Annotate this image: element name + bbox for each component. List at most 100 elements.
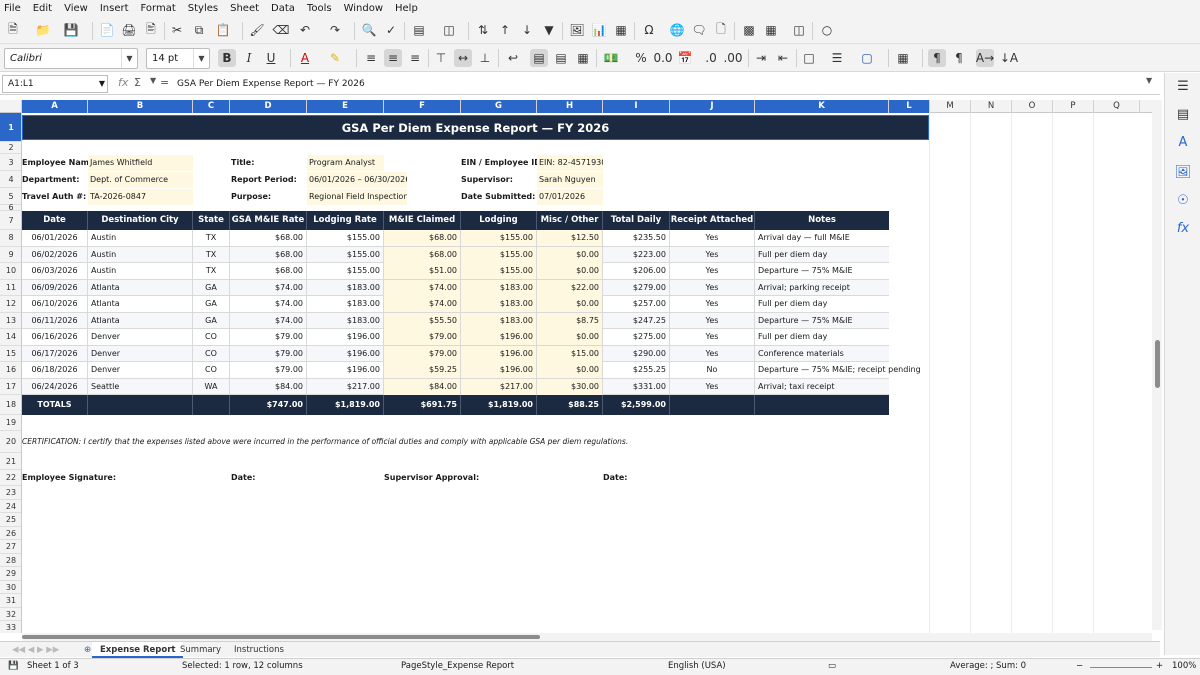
row-header[interactable]: 1 <box>0 113 21 142</box>
column-header-q[interactable]: Q <box>1094 100 1140 113</box>
cell-notes[interactable]: Full per diem day <box>755 329 889 345</box>
zoom-slider[interactable] <box>1090 667 1152 668</box>
employee-name-value[interactable]: James Whitfield <box>88 155 193 171</box>
language[interactable]: English (USA) <box>668 661 726 671</box>
cell-destination-city[interactable]: Austin <box>88 263 193 279</box>
page-style[interactable]: PageStyle_Expense Report <box>401 661 514 671</box>
cell-date[interactable]: 06/02/2026 <box>22 246 88 263</box>
cell-date[interactable]: 06/01/2026 <box>22 230 88 246</box>
column-header-d[interactable]: D <box>230 100 307 113</box>
department-value[interactable]: Dept. of Commerce <box>88 172 193 188</box>
open-folder-icon[interactable]: 📁 <box>34 21 52 39</box>
totals-mie-claimed[interactable]: $691.75 <box>384 395 461 415</box>
comment-icon[interactable]: 🗨 <box>690 21 708 39</box>
cell-receipt-attached[interactable]: Yes <box>670 329 755 345</box>
chevron-down-icon[interactable]: ▼ <box>99 76 105 92</box>
redo-icon[interactable]: ↷ <box>326 21 344 39</box>
cell-total-daily[interactable]: $255.25 <box>603 362 670 378</box>
tab-instructions[interactable]: Instructions <box>226 642 292 658</box>
cell-mie-claimed[interactable]: $68.00 <box>384 230 461 246</box>
cell-lodging-rate[interactable]: $155.00 <box>307 230 384 246</box>
insert-image-icon[interactable]: 🖼 <box>568 21 586 39</box>
cell-lodging-rate[interactable]: $196.00 <box>307 329 384 345</box>
selection-mode-icon[interactable]: ▭ <box>828 661 836 671</box>
add-decimal-icon[interactable]: .0 <box>702 49 720 67</box>
align-center-icon[interactable]: ≡ <box>384 49 402 67</box>
pivot-table-icon[interactable]: ▦ <box>612 21 630 39</box>
cell-destination-city[interactable]: Denver <box>88 362 193 378</box>
hamburger-menu-icon[interactable]: ☰ <box>1174 79 1192 97</box>
row-header[interactable]: 3 <box>0 154 21 171</box>
cell-mie-claimed[interactable]: $84.00 <box>384 378 461 395</box>
row-header[interactable]: 22 <box>0 470 21 486</box>
align-right-icon[interactable]: ≡ <box>406 49 424 67</box>
header-destination-city[interactable]: Destination City <box>88 211 193 230</box>
row-header[interactable]: 27 <box>0 540 21 554</box>
cell-total-daily[interactable]: $257.00 <box>603 296 670 312</box>
print-icon[interactable]: 🖨 <box>120 21 138 39</box>
cell-date[interactable]: 06/24/2026 <box>22 378 88 395</box>
cell-lodging-claimed[interactable]: $196.00 <box>461 362 537 378</box>
chevron-down-icon[interactable]: ▼ <box>121 49 137 68</box>
cell-gsa-mie-rate[interactable]: $74.00 <box>230 279 307 296</box>
bold-icon[interactable]: B <box>218 49 236 67</box>
supervisor-value[interactable]: Sarah Nguyen <box>537 172 603 188</box>
cell-receipt-attached[interactable]: Yes <box>670 246 755 263</box>
cell-lodging-rate[interactable]: $217.00 <box>307 378 384 395</box>
column-header-b[interactable]: B <box>88 100 193 113</box>
spelling-icon[interactable]: ✓ <box>382 21 400 39</box>
cell-lodging-rate[interactable]: $196.00 <box>307 345 384 362</box>
column-header-i[interactable]: I <box>603 100 670 113</box>
menu-sheet[interactable]: Sheet <box>230 3 259 14</box>
clear-formatting-icon[interactable]: ⌫ <box>272 21 290 39</box>
font-size-box[interactable]: 14 pt ▼ <box>146 48 210 69</box>
cell-mie-claimed[interactable]: $55.50 <box>384 312 461 329</box>
cell-notes[interactable]: Full per diem day <box>755 296 889 312</box>
column-header-g[interactable]: G <box>461 100 537 113</box>
employee-signature-label[interactable]: Employee Signature: <box>22 470 202 486</box>
clone-formatting-icon[interactable]: 🖌 <box>248 21 266 39</box>
borders-icon[interactable]: □ <box>800 49 818 67</box>
cell-gsa-mie-rate[interactable]: $79.00 <box>230 329 307 345</box>
cell-destination-city[interactable]: Denver <box>88 329 193 345</box>
totals-lodging-claimed[interactable]: $1,819.00 <box>461 395 537 415</box>
cell-notes[interactable]: Arrival day — full M&IE <box>755 230 889 246</box>
cell-total-daily[interactable]: $206.00 <box>603 263 670 279</box>
cell-lodging-claimed[interactable]: $183.00 <box>461 279 537 296</box>
header-lodging-rate[interactable]: Lodging Rate <box>307 211 384 230</box>
column-header-m[interactable]: M <box>930 100 971 113</box>
chevron-down-icon[interactable]: ▼ <box>150 76 156 85</box>
menu-file[interactable]: File <box>4 3 21 14</box>
header-gsa-mie-rate[interactable]: GSA M&IE Rate <box>230 211 307 230</box>
styles-icon[interactable]: A <box>1174 135 1192 153</box>
header-total-daily[interactable]: Total Daily <box>603 211 670 230</box>
cell-receipt-attached[interactable]: Yes <box>670 312 755 329</box>
functions-icon[interactable]: fx <box>1174 221 1192 239</box>
column-header-j[interactable]: J <box>670 100 755 113</box>
delete-decimal-icon[interactable]: .00 <box>723 49 742 67</box>
purpose-value[interactable]: Regional Field Inspections <box>307 189 407 205</box>
cell-misc-other[interactable]: $22.00 <box>537 279 603 296</box>
formula-summary[interactable]: Average: ; Sum: 0 <box>950 661 1026 671</box>
cell-misc-other[interactable]: $12.50 <box>537 230 603 246</box>
cell-state[interactable]: CO <box>193 362 230 378</box>
cell-gsa-mie-rate[interactable]: $79.00 <box>230 345 307 362</box>
row-header[interactable]: 13 <box>0 313 21 329</box>
zoom-level[interactable]: 100% <box>1172 661 1196 671</box>
cell-gsa-mie-rate[interactable]: $74.00 <box>230 312 307 329</box>
align-top-icon[interactable]: ⊤ <box>432 49 450 67</box>
cell-lodging-rate[interactable]: $183.00 <box>307 279 384 296</box>
zoom-out-icon[interactable]: − <box>1076 661 1083 671</box>
conditional-format-icon[interactable]: ▦ <box>894 49 912 67</box>
header-lodging-claimed[interactable]: Lodging Claimed <box>461 211 537 244</box>
increase-indent-icon[interactable]: ⇥ <box>752 49 770 67</box>
title-value[interactable]: Program Analyst <box>307 155 384 171</box>
cell-receipt-attached[interactable]: Yes <box>670 378 755 395</box>
menu-help[interactable]: Help <box>395 3 418 14</box>
cell-total-daily[interactable]: $290.00 <box>603 345 670 362</box>
cell-gsa-mie-rate[interactable]: $68.00 <box>230 263 307 279</box>
sum-icon[interactable]: Σ <box>134 76 141 89</box>
cell-total-daily[interactable]: $223.00 <box>603 246 670 263</box>
merge-and-center-icon[interactable]: ▤ <box>530 49 548 67</box>
wrap-text-icon[interactable]: ↩ <box>504 49 522 67</box>
